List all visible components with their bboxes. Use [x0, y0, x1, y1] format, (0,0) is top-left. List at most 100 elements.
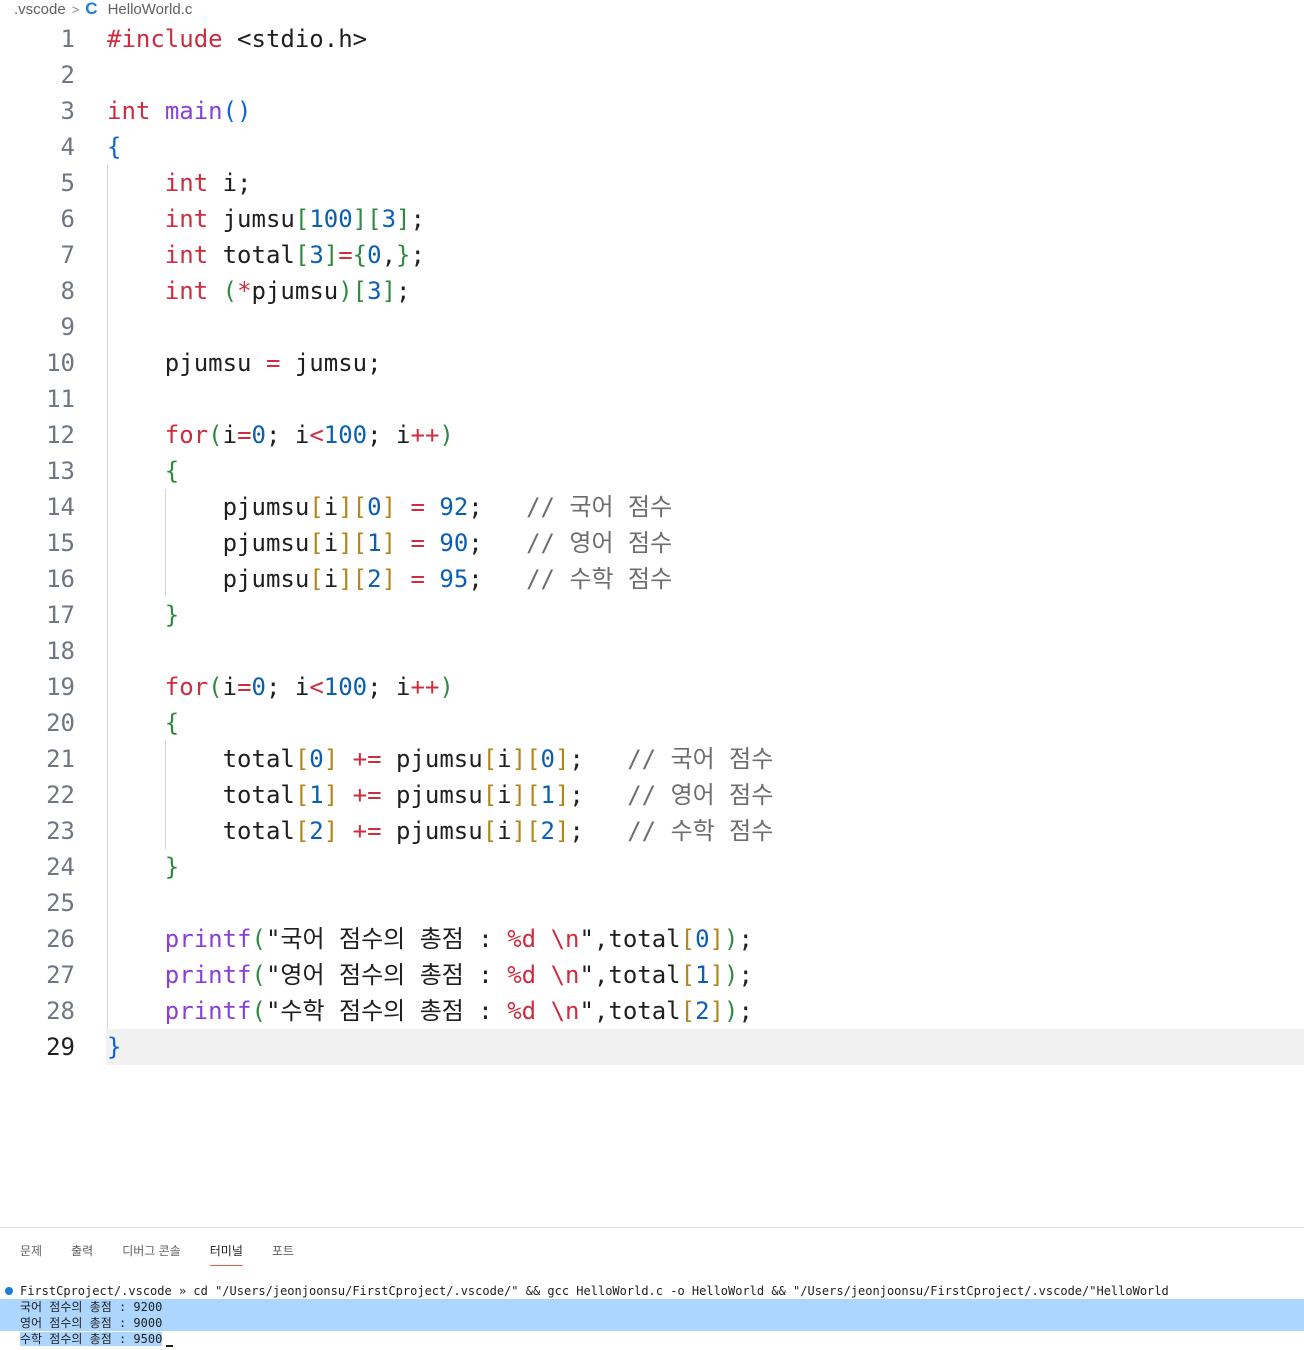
- code-line: 17 }: [0, 597, 1304, 633]
- code-line: 19 for(i=0; i<100; i++): [0, 669, 1304, 705]
- breadcrumb-folder[interactable]: .vscode: [0, 1, 66, 18]
- terminal-command-line: FirstCproject/.vscode » cd "/Users/jeonj…: [0, 1283, 1304, 1299]
- code-token: pjumsu: [396, 781, 483, 809]
- line-number: 4: [60, 133, 75, 161]
- code-token: \n: [550, 961, 580, 989]
- code-token: ",total: [579, 961, 681, 989]
- code-line: 8 int (*pjumsu)[3];: [0, 273, 1304, 309]
- code-token: ++: [410, 421, 440, 449]
- line-number: 14: [46, 493, 75, 521]
- code-token: {: [352, 241, 368, 269]
- panel-tabs: 문제 출력 디버그 콘솔 터미널 포트: [20, 1242, 323, 1266]
- code-token: pjumsu: [251, 277, 339, 305]
- tab-output[interactable]: 출력: [71, 1242, 93, 1266]
- code-token: ]: [338, 565, 353, 593]
- code-comment: // 영어 점수: [526, 529, 673, 557]
- code-token: [: [352, 493, 368, 521]
- line-number: 28: [46, 997, 75, 1025]
- code-line: 28 printf("수학 점수의 총점 : %d \n",total[2]);: [0, 993, 1304, 1029]
- code-token: 2: [695, 997, 710, 1025]
- tab-terminal[interactable]: 터미널: [209, 1242, 243, 1266]
- code-token: =: [237, 421, 252, 449]
- code-line: 14 pjumsu[i][0] = 92; // 국어 점수: [0, 489, 1304, 525]
- code-token: <: [309, 673, 324, 701]
- line-number: 17: [46, 601, 75, 629]
- code-token: (: [251, 961, 266, 989]
- code-token: [: [526, 817, 541, 845]
- code-token: ]: [352, 205, 368, 233]
- code-token: 100: [323, 673, 368, 701]
- code-token: int: [164, 241, 209, 269]
- code-token: 90: [439, 529, 469, 557]
- code-token: ]: [709, 997, 724, 1025]
- code-token: <: [309, 421, 324, 449]
- terminal-output-text: 수학 점수의 총점 : 9500: [20, 1332, 163, 1346]
- code-token: +=: [338, 817, 396, 845]
- code-token: 0: [367, 493, 382, 521]
- tab-ports[interactable]: 포트: [272, 1242, 294, 1266]
- code-token: [: [294, 817, 310, 845]
- code-token: ++: [410, 673, 440, 701]
- code-token: {: [107, 133, 122, 161]
- code-token: jumsu: [208, 205, 295, 233]
- line-number: 3: [60, 97, 75, 125]
- code-token: ]: [323, 817, 339, 845]
- code-token: [: [294, 241, 310, 269]
- code-token: (: [251, 925, 266, 953]
- line-number: 27: [46, 961, 75, 989]
- terminal-command: FirstCproject/.vscode » cd "/Users/jeonj…: [20, 1284, 1169, 1298]
- code-line: 21 total[0] += pjumsu[i][0]; // 국어 점수: [0, 741, 1304, 777]
- code-token: ]: [323, 781, 339, 809]
- code-token: %d: [507, 961, 537, 989]
- code-line: 13 {: [0, 453, 1304, 489]
- code-token: 100: [309, 205, 353, 233]
- code-token: [: [352, 277, 368, 305]
- code-line: 12 for(i=0; i<100; i++): [0, 417, 1304, 453]
- terminal[interactable]: FirstCproject/.vscode » cd "/Users/jeonj…: [0, 1283, 1304, 1347]
- code-token: (: [251, 997, 266, 1025]
- code-token: main: [164, 97, 223, 125]
- code-comment: // 수학 점수: [627, 817, 774, 845]
- code-token: ; i: [265, 673, 310, 701]
- code-line: 24 }: [0, 849, 1304, 885]
- line-number: 11: [46, 385, 75, 413]
- code-token: [: [367, 205, 382, 233]
- code-line: 18: [0, 633, 1304, 669]
- code-token: ; i: [367, 421, 411, 449]
- tab-debug-console[interactable]: 디버그 콘솔: [122, 1242, 181, 1266]
- code-token: ]: [323, 745, 339, 773]
- code-editor[interactable]: 1 #include <stdio.h> 2 3 int main () 4 { 5 i…: [0, 21, 1304, 1065]
- code-token: +=: [338, 745, 396, 773]
- code-token: [: [309, 565, 324, 593]
- code-string: "영어 점수의 총점 :: [265, 961, 508, 989]
- code-token: ;: [396, 277, 411, 305]
- code-token: ]: [381, 529, 397, 557]
- code-token: ; i: [265, 421, 310, 449]
- line-number: 21: [46, 745, 75, 773]
- code-line: 23 total[2] += pjumsu[i][2]; // 수학 점수: [0, 813, 1304, 849]
- code-token: *: [237, 277, 252, 305]
- command-status-dot-icon[interactable]: [5, 1287, 13, 1295]
- line-number: 16: [46, 565, 75, 593]
- code-token: ]: [511, 817, 527, 845]
- code-line: 1 #include <stdio.h>: [0, 21, 1304, 57]
- code-token: ]: [381, 565, 397, 593]
- code-token: ,: [381, 241, 397, 269]
- code-token: 100: [323, 421, 368, 449]
- code-comment: // 국어 점수: [627, 745, 774, 773]
- code-token: ;: [738, 961, 753, 989]
- line-number: 25: [46, 889, 75, 917]
- code-token: ): [724, 925, 739, 953]
- code-line: 11: [0, 381, 1304, 417]
- code-token: ]: [338, 493, 353, 521]
- code-line: 5 int i;: [0, 165, 1304, 201]
- tab-problems[interactable]: 문제: [20, 1242, 42, 1266]
- code-token: ): [439, 421, 454, 449]
- line-number: 20: [46, 709, 75, 737]
- terminal-output-text: 영어 점수의 총점 : 9000: [20, 1316, 163, 1330]
- breadcrumb-file[interactable]: HelloWorld.c: [108, 1, 193, 18]
- code-token: }: [164, 601, 180, 629]
- code-token: ]: [396, 205, 411, 233]
- code-token: ): [439, 673, 454, 701]
